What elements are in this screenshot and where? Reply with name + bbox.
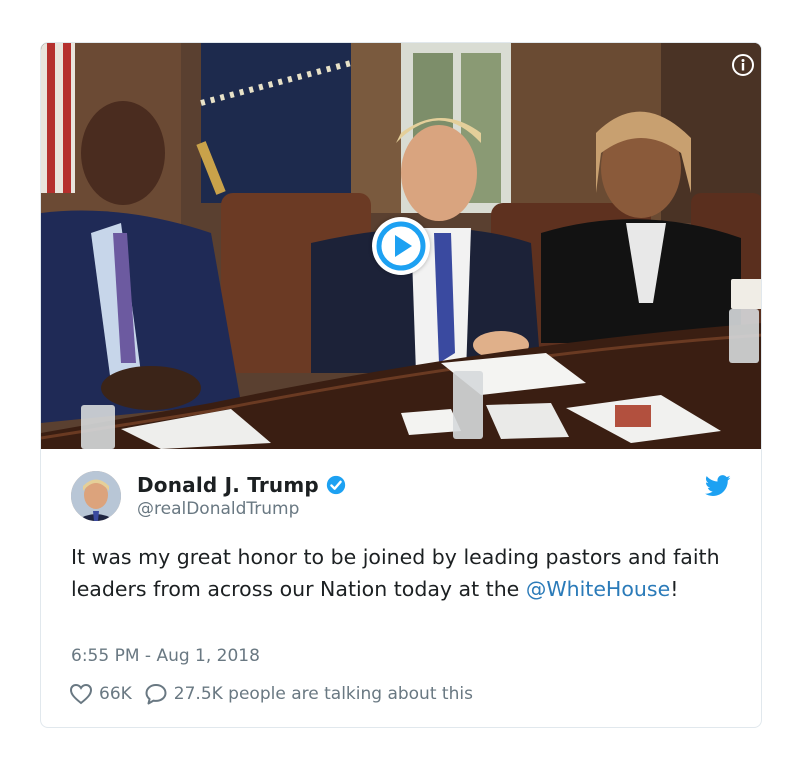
media-info-button[interactable] — [732, 54, 754, 76]
play-icon — [376, 221, 426, 271]
speech-bubble-icon — [145, 684, 167, 705]
conversation-count-label: 27.5K people are talking about this — [173, 684, 473, 704]
display-name[interactable]: Donald J. Trump — [137, 473, 319, 497]
mention-link[interactable]: @WhiteHouse — [526, 577, 670, 601]
play-button[interactable] — [372, 217, 430, 275]
like-button[interactable]: 66K — [69, 683, 132, 705]
embedded-tweet-card: Donald J. Trump @realDonaldTrump It was … — [40, 42, 762, 728]
user-handle[interactable]: @realDonaldTrump — [137, 499, 347, 519]
heart-icon — [69, 683, 93, 705]
verified-badge-icon — [326, 475, 346, 495]
twitter-bird-icon[interactable] — [705, 475, 731, 497]
tweet-timestamp[interactable]: 6:55 PM - Aug 1, 2018 — [71, 646, 260, 666]
like-count: 66K — [99, 684, 132, 704]
tweet-author: Donald J. Trump @realDonaldTrump — [71, 471, 347, 521]
avatar-image — [71, 471, 121, 521]
tweet-body-suffix: ! — [670, 577, 679, 601]
info-icon — [732, 54, 754, 76]
tweet-text: It was my great honor to be joined by le… — [71, 541, 731, 605]
video-thumbnail[interactable] — [41, 43, 761, 449]
avatar[interactable] — [71, 471, 121, 521]
conversation-link[interactable]: 27.5K people are talking about this — [144, 683, 473, 705]
tweet-actions: 66K 27.5K people are talking about this — [69, 683, 473, 705]
